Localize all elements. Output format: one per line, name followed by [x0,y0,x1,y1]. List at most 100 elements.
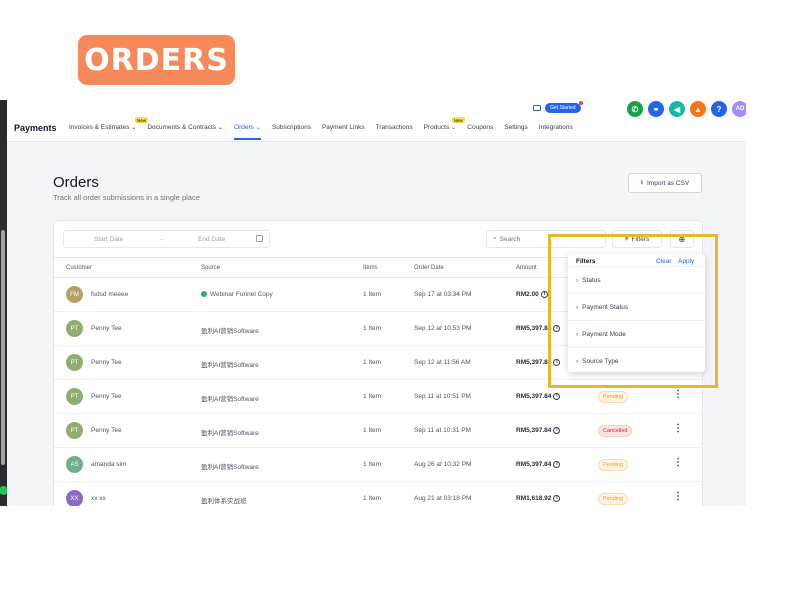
filter-option-label: Payment Mode [582,330,626,338]
customer-name[interactable]: Penny Tee [91,393,122,400]
source-cell: 盈利AI营销Software [201,393,259,403]
nav-tab-integrations[interactable]: Integrations [539,124,573,131]
more-options-icon[interactable]: ⋮ [673,389,683,400]
more-options-icon[interactable]: ⋮ [673,491,683,502]
source-text: 盈利AI营销Software [201,328,259,335]
avatar: PT [66,388,83,405]
col-customer[interactable]: Customer [66,265,92,271]
more-options-icon[interactable]: ⋮ [673,423,683,434]
filter-option-payment-mode[interactable]: › Payment Mode [568,320,705,347]
order-date: Sep 12 at 11:56 AM [414,359,471,366]
nav-tab-subscriptions[interactable]: Subscriptions [272,124,311,131]
link-icon[interactable]: ⚭ [648,101,664,117]
status-badge: Cancelled [598,425,633,437]
info-icon[interactable]: i [553,427,561,434]
nav-tab-label: Orders [234,124,254,131]
chevron-right-icon: › [576,276,579,284]
nav-tab-orders[interactable]: Orders ⌄ [234,124,261,140]
filters-panel-title: Filters [576,258,596,265]
source-cell: 盈利AI营销Software [201,461,259,471]
info-icon[interactable]: i [540,291,548,298]
info-icon[interactable]: i [553,495,561,502]
filters-apply-link[interactable]: Apply [678,258,694,265]
col-items[interactable]: Items [363,265,378,271]
arrow-right-icon: → [158,235,165,243]
status-badge: Pending [598,391,629,403]
source-cell: 盈利AI营销Software [201,427,259,437]
items-count: 1 Item [363,393,382,400]
orders-title-badge: ORDERS [78,35,235,85]
col-source[interactable]: Source [201,265,220,271]
amount-value: RM5,397.84 [516,393,552,401]
nav-tab-payment-links[interactable]: Payment Links [322,124,365,131]
info-icon[interactable]: i [553,393,561,400]
nav-tab-invoices-estimates[interactable]: Invoices & Estimates ⌄ New [69,117,149,131]
bell-icon[interactable]: ▲ [690,101,706,117]
col-order-date[interactable]: Order Date [414,265,444,271]
customer-name[interactable]: Penny Tee [91,359,122,366]
filter-option-source-type[interactable]: › Source Type [568,347,705,374]
search-icon: ⌕ [493,235,497,242]
source-cell: Webinar Funnel Copy [201,291,273,298]
amount-cell: RM2.00 i [516,291,548,298]
brand-title: Payments [14,123,57,133]
filter-option-status[interactable]: › Status [568,266,705,293]
chevron-right-icon: › [576,357,579,365]
card-icon [533,104,541,111]
nav-tab-settings[interactable]: Settings [504,124,528,131]
calendar-icon[interactable] [256,235,263,242]
nav-tab-documents-contracts[interactable]: Documents & Contracts ⌄ [147,124,223,131]
nav-tab-transactions[interactable]: Transactions [376,124,413,131]
customer-name[interactable]: fsdsd meeee [91,291,128,298]
source-text: 盈利AI营销Software [201,464,259,471]
table-row[interactable]: PT Penny Tee 盈利AI营销Software 1 Item Sep 11 at… [54,414,704,448]
date-range-picker[interactable]: Start Date → End Date [63,230,270,248]
nav-tab-label: Documents & Contracts [147,124,216,131]
globe-icon [201,291,207,298]
order-date: Sep 17 at 03:34 PM [414,291,472,298]
help-icon[interactable]: ? [711,101,727,117]
items-count: 1 Item [363,427,382,434]
start-date-input[interactable]: Start Date [94,236,123,243]
source-cell: 盈利AI营销Software [201,359,259,369]
table-row[interactable]: AS amanda sim 盈利AI营销Software 1 Item Aug 26 a… [54,448,704,482]
col-amount[interactable]: Amount [516,265,537,271]
items-count: 1 Item [363,495,382,502]
import-csv-button[interactable]: ⭳ Import as CSV [628,173,702,193]
filter-option-payment-status[interactable]: › Payment Status [568,293,705,320]
end-date-input[interactable]: End Date [198,236,225,243]
customer-name[interactable]: amanda sim [91,461,126,468]
scrollbar[interactable] [1,230,5,465]
table-row[interactable]: XX xx xx 盈利体系实战班 1 Item Aug 21 at 03:18 PM RM… [54,482,704,506]
customer-name[interactable]: xx xx [91,495,106,502]
avatar: AS [66,456,83,473]
get-started-group[interactable]: Get Started [533,100,593,113]
user-avatar[interactable]: AD [732,101,746,117]
nav-tab-label: Transactions [375,124,413,131]
amount-cell: RM5,397.84 i [516,427,561,434]
chevron-down-icon: ⌄ [218,125,224,131]
chevron-down-icon: ⌄ [255,125,261,131]
nav-tab-coupons[interactable]: Coupons [467,124,493,131]
megaphone-icon[interactable]: ◀ [669,101,685,117]
chevron-right-icon: › [576,330,579,338]
filters-dropdown: Filters Clear Apply › Status › Payment Stat… [568,254,705,372]
phone-icon[interactable]: ✆ [627,101,643,117]
amount-cell: RM1,618.92 i [516,495,561,503]
filter-option-label: Source Type [582,357,619,365]
amount-value: RM1,618.92 [516,495,552,503]
source-text: 盈利AI营销Software [201,396,259,403]
avatar: FM [66,286,83,303]
customer-name[interactable]: Penny Tee [91,427,122,434]
customer-name[interactable]: Penny Tee [91,325,122,332]
amount-value: RM5,397.84 [516,359,552,367]
more-options-icon[interactable]: ⋮ [673,457,683,468]
info-icon[interactable]: i [553,461,561,468]
avatar: PT [66,354,83,371]
get-started-button[interactable]: Get Started [545,100,583,113]
nav-tab-products[interactable]: Products ⌄ New [424,117,465,131]
order-date: Aug 26 at 10:32 PM [414,461,472,468]
nav-tab-label: Subscriptions [271,124,311,131]
filters-clear-link[interactable]: Clear [656,258,672,265]
nav-tab-label: Invoices & Estimates [69,124,130,131]
